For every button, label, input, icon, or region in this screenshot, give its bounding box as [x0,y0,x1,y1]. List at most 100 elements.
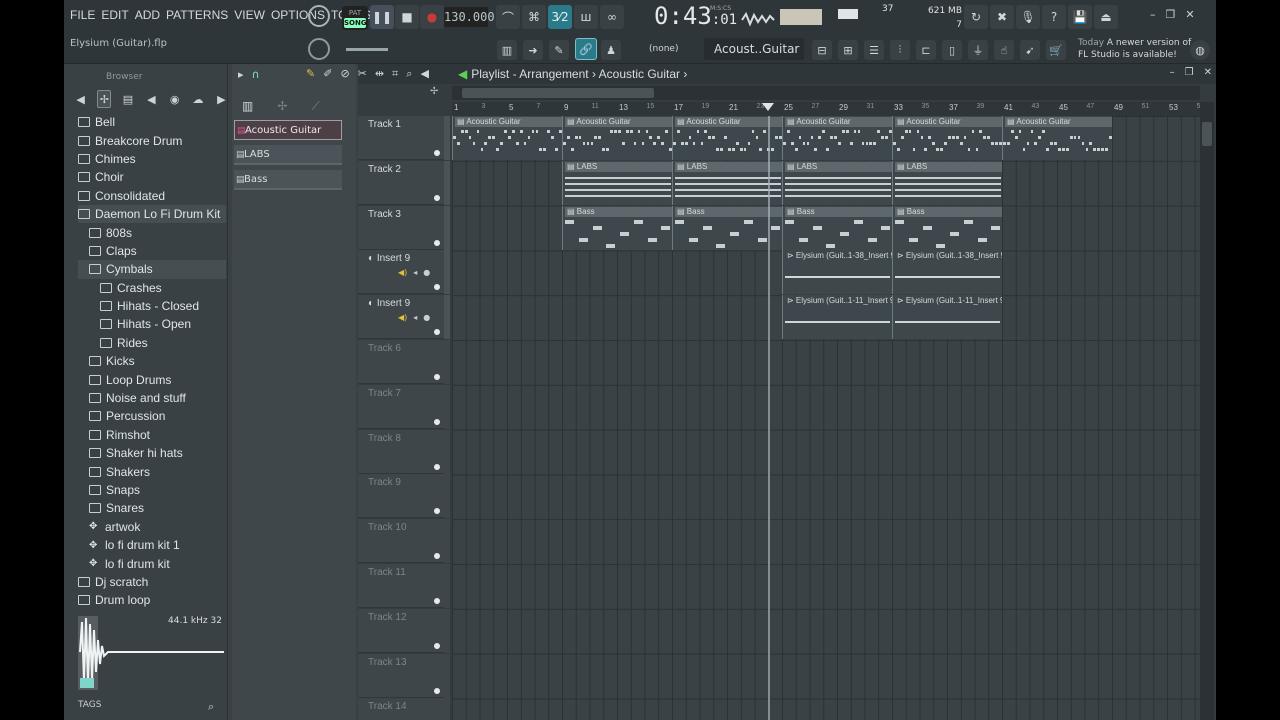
menu-item-add[interactable]: ADD [135,8,160,22]
track-mute-dot[interactable] [434,553,440,560]
track-header[interactable]: Track 10 [358,519,450,564]
browser-item[interactable]: Daemon Lo Fi Drum Kit [78,204,226,224]
track-header[interactable]: Track 12 [358,608,450,653]
file-button[interactable]: ▯ [942,40,962,60]
slice-icon[interactable]: ✂ [358,67,367,81]
browser-item[interactable]: Cymbals [78,260,226,279]
all-files-icon[interactable]: ✢ [97,90,112,108]
browser-item[interactable]: Hihats - Open [78,315,226,333]
mute-icon[interactable]: ◂ [413,268,417,277]
track-header[interactable]: Track 2 [358,160,450,205]
browser-item[interactable]: Noise and stuff [78,389,226,407]
minimize-icon[interactable]: – [1150,8,1156,21]
playlist-clip[interactable]: ▤ Acoustic Guitar [452,116,562,160]
track-grip[interactable] [444,384,450,429]
pencil-icon[interactable]: ✎ [306,67,315,81]
speaker-icon[interactable]: ◀) [398,313,407,322]
track-mute-dot[interactable] [434,374,440,380]
speaker-icon[interactable]: ◀) [398,268,407,277]
channel-rack-button[interactable]: ⊞ [838,40,858,60]
record-icon[interactable]: ● [423,313,430,322]
close-icon[interactable]: ✕ [1185,8,1194,21]
track-mute-dot[interactable] [434,329,440,336]
playlist-button[interactable]: ☰ [864,40,884,60]
back-icon[interactable]: ◀ [74,90,87,108]
track-grip[interactable] [444,698,450,720]
plugin-button[interactable]: ⏏ [1094,5,1118,29]
track-header[interactable]: ◐ Insert 9 ◀) ◂ ● [358,295,450,340]
track-header[interactable]: Track 7 [358,384,450,429]
track-header[interactable]: Track 11 [358,564,450,608]
browser-item[interactable]: Consolidated [78,187,226,205]
record-button[interactable]: ● [420,5,444,29]
tools-button[interactable]: ✖ [990,5,1014,29]
track-header[interactable]: Track 1 [358,116,450,160]
undo-button[interactable]: ↻ [964,5,988,29]
master-pitch-knob[interactable] [308,38,330,60]
tree-button[interactable]: ⊏ [916,40,936,60]
browser-item[interactable]: Snares [78,499,226,517]
speaker-icon[interactable]: ◀ [420,67,428,81]
restore-icon[interactable]: ❐ [1185,67,1194,78]
track-grip[interactable] [444,250,450,295]
track-mute-dot[interactable] [434,463,440,470]
track-grip[interactable] [444,608,450,653]
playlist-clip[interactable]: ▤ Acoustic Guitar [782,116,892,160]
instrument-selector[interactable]: Acoust..Guitar [704,38,804,60]
browser-item[interactable]: Loop Drums [78,370,226,388]
tags-label[interactable]: TAGS [78,700,101,710]
playlist-clip[interactable]: ▤ Acoustic Guitar [1002,116,1112,160]
pattern-song-toggle[interactable]: PAT SONG [342,6,368,30]
track-header[interactable]: ◐ Insert 9 ◀) ◂ ● [358,250,450,295]
playlist-clip[interactable]: ⊳ Elysium (Guit..1-11_Insert 9 [892,295,1002,340]
track-mute-dot[interactable] [434,418,440,425]
track-grip[interactable] [444,116,450,160]
globe-button[interactable]: ◍ [1190,40,1210,60]
browser-item[interactable]: 808s [78,223,226,241]
record-icon[interactable]: ● [423,268,430,277]
master-volume-knob[interactable] [308,5,330,27]
browser-item[interactable]: Kicks [78,352,226,370]
tempo-display[interactable]: 130.000 [444,7,495,27]
playlist-clip[interactable]: ▤ Acoustic Guitar [672,116,782,160]
cloud-icon[interactable]: ☁ [191,90,204,108]
track-mute-dot[interactable] [434,508,440,515]
mute-icon[interactable]: ◂ [413,313,417,322]
browser-item[interactable]: Bell [78,113,226,131]
track-grip[interactable] [444,205,450,250]
plugin-picker-button[interactable]: ⏚ [968,40,988,60]
microphone-button[interactable]: 🎙 [1016,5,1040,29]
track-mute-dot[interactable] [434,687,440,694]
track-header[interactable]: Track 3 [358,205,450,250]
blend-notes-button[interactable]: ш [574,5,598,29]
mixer-button[interactable]: ⊟ [812,40,832,60]
picker-item[interactable]: ▤ LABS [234,145,342,165]
track-grip[interactable] [444,340,450,384]
loop-record-button[interactable]: ∞ [600,5,624,29]
playlist-clip[interactable]: ▤ Bass [672,205,782,250]
track-grip[interactable] [444,474,450,519]
minimize-icon[interactable]: – [1170,67,1175,78]
cloud-button[interactable]: ➹ [1020,40,1040,60]
zoom-icon[interactable]: ⌕ [406,67,412,81]
browser-item[interactable]: Shaker hi hats [78,444,226,462]
track-header[interactable]: Track 13 [358,653,450,698]
save-button[interactable]: 💾 [1068,5,1092,29]
horizontal-scrollbar[interactable] [452,86,1200,100]
piano-icon[interactable]: ▥ [242,99,253,114]
track-header[interactable]: Track 14 [358,698,450,720]
arrow-button[interactable]: ➜ [523,40,543,60]
stop-button[interactable]: ■ [395,5,419,29]
starred-icon[interactable]: ◉ [168,90,181,108]
picker-item[interactable]: ▤ Acoustic Guitar [234,120,342,140]
scroll-thumb[interactable] [1202,122,1212,146]
track-grip[interactable] [444,295,450,340]
draw-button[interactable]: ✎ [549,40,569,60]
document-icon[interactable]: ▤ [121,90,134,108]
track-mute-dot[interactable] [434,239,440,246]
browser-item[interactable]: Drum loop [78,591,226,609]
menu-item-file[interactable]: FILE [70,8,95,22]
browser-item[interactable]: Snaps [78,481,226,499]
track-grip[interactable] [444,160,450,205]
track-mute-dot[interactable] [434,284,440,291]
